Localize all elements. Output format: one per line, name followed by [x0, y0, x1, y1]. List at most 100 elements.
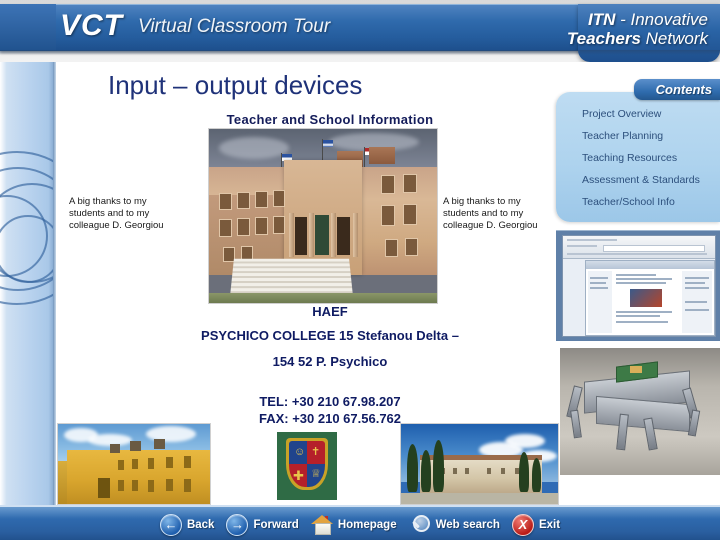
homepage-button-label: Homepage: [337, 518, 397, 531]
window: [132, 459, 138, 469]
forward-button[interactable]: → Forward: [223, 513, 301, 536]
photo-cloud: [219, 137, 289, 159]
page-rail-line: [685, 282, 705, 284]
page-nav-line: [590, 277, 608, 279]
arrow-right-glyph: →: [230, 517, 244, 532]
close-x-icon: X: [511, 513, 534, 536]
window: [453, 468, 457, 474]
window: [381, 205, 395, 226]
column: [309, 213, 314, 257]
window: [465, 468, 469, 474]
entrance-door: [315, 215, 329, 255]
window: [148, 458, 154, 469]
page-title: Input – output devices: [108, 70, 363, 100]
campus-photo: [400, 423, 559, 505]
window: [184, 456, 191, 468]
back-button-label: Back: [186, 518, 215, 531]
vct-logo-subtitle: Virtual Classroom Tour: [138, 16, 331, 37]
crest-quarters: ☺ ✝ ✚ ♕: [289, 441, 325, 487]
itn-brand-line-1: ITN - Innovative: [422, 10, 708, 30]
page-rail-line: [685, 301, 707, 303]
entrance-door: [98, 478, 110, 498]
contents-item-teacher-planning[interactable]: Teacher Planning: [582, 130, 663, 142]
window: [118, 480, 124, 491]
window: [219, 219, 232, 237]
page-nav-line: [590, 282, 606, 284]
header-left-notch: [0, 4, 56, 50]
homepage-button[interactable]: Homepage: [308, 515, 400, 535]
window: [403, 174, 417, 193]
window: [487, 468, 491, 474]
page-text-line: [616, 315, 660, 317]
column: [331, 213, 336, 257]
crest-owl-icon: ♕: [311, 468, 321, 480]
thanks-note-left: A big thanks to my students and to my co…: [69, 196, 164, 231]
browser-menubar: [567, 239, 617, 241]
back-button[interactable]: ← Back: [157, 513, 218, 536]
contents-item-assessment-standards[interactable]: Assessment & Standards: [582, 174, 700, 186]
contents-tab-label: Contents: [655, 82, 712, 97]
page-nav-line: [590, 287, 608, 289]
magnifier-icon: [409, 514, 431, 535]
window: [118, 460, 124, 470]
window: [132, 480, 138, 491]
browser-page-content: [585, 260, 715, 336]
photo-cloud: [505, 434, 545, 448]
web-search-button[interactable]: Web search: [406, 514, 503, 535]
window: [381, 175, 395, 194]
chip: [630, 366, 642, 373]
window: [166, 479, 173, 491]
page-left-nav: [588, 271, 612, 333]
contents-item-teaching-resources[interactable]: Teaching Resources: [582, 152, 677, 164]
browser-window: [562, 235, 716, 337]
itn-brand-bold-1: ITN: [588, 10, 616, 29]
vct-logo: VCT: [60, 9, 123, 42]
itn-brand-line-2: Teachers Network: [422, 29, 708, 49]
thanks-note-right: A big thanks to my students and to my co…: [443, 196, 538, 231]
photo-ground: [209, 292, 437, 303]
slide-page: Input – output devices Teacher and Schoo…: [0, 0, 720, 540]
window: [237, 218, 250, 236]
arrow-right-icon: →: [226, 513, 249, 536]
exit-button[interactable]: X Exit: [509, 513, 563, 536]
contents-item-teacher-school-info[interactable]: Teacher/School Info: [582, 196, 675, 208]
contents-item-project-overview[interactable]: Project Overview: [582, 108, 661, 120]
exit-button-label: Exit: [538, 518, 561, 531]
page-rail-line: [685, 277, 709, 279]
decor-ring: [0, 151, 55, 305]
browser-address-bar: [603, 245, 705, 252]
photo-ground: [401, 492, 558, 504]
page-image: [630, 289, 662, 307]
roof-dormer: [154, 439, 165, 449]
page-header: [586, 261, 714, 269]
arrow-left-icon: ←: [159, 513, 182, 536]
page-text-line: [616, 274, 656, 276]
column: [289, 213, 294, 257]
contents-tab[interactable]: Contents: [634, 79, 720, 100]
column: [353, 213, 358, 257]
cypress-tree: [532, 458, 541, 492]
window: [405, 238, 418, 256]
cypress-tree: [433, 440, 444, 492]
school-crest: ☺ ✝ ✚ ♕: [277, 432, 337, 500]
window: [184, 479, 191, 492]
roof-dormer: [369, 147, 395, 164]
house-body: [314, 523, 331, 535]
crest-torch-icon: ✝: [311, 446, 321, 458]
roof-dormer: [130, 441, 141, 451]
school-building-photo: [208, 128, 438, 304]
page-text-line: [616, 278, 672, 280]
robot-project-photo: [560, 348, 720, 475]
header-shadow: [0, 50, 720, 55]
entrance-steps: [229, 258, 353, 297]
window: [148, 480, 154, 492]
web-search-button-label: Web search: [435, 518, 500, 531]
window: [403, 204, 417, 225]
window: [255, 217, 268, 235]
window: [273, 190, 285, 207]
yellow-building-photo: [57, 423, 211, 505]
app-header: VCT Virtual Classroom Tour ITN - Innovat…: [0, 0, 720, 62]
page-text-line: [616, 311, 672, 313]
cypress-tree: [407, 444, 418, 492]
portico-shadow: [337, 217, 350, 255]
